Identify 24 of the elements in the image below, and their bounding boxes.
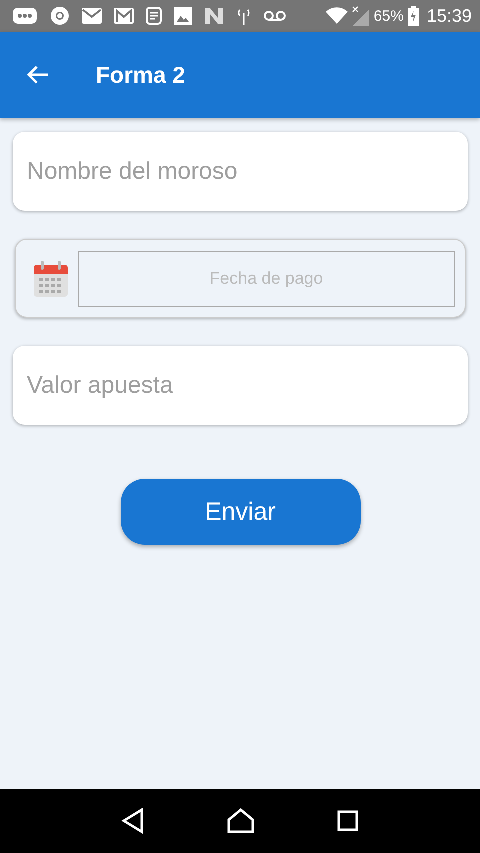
image-icon [174, 7, 192, 25]
mail-icon [82, 8, 102, 24]
chat-icon [12, 7, 38, 25]
text-field[interactable]: Nombre del moroso [13, 132, 468, 211]
date-field[interactable]: Fecha de pago [78, 250, 455, 306]
clock: 15:39 [426, 6, 472, 26]
calendar-icon [34, 260, 68, 296]
battery-percentage: 65% [374, 8, 404, 24]
home-icon[interactable] [227, 808, 255, 834]
screen-title: Forma 2 [96, 62, 186, 88]
text-field[interactable]: Valor apuesta [13, 346, 468, 425]
back-arrow-icon[interactable] [26, 65, 50, 85]
n-icon [204, 7, 224, 25]
back-icon[interactable] [121, 808, 145, 834]
signal-icon [352, 6, 370, 26]
list-icon [146, 7, 162, 25]
browser-icon [50, 6, 70, 26]
mail-icon [114, 8, 134, 24]
wifi-icon [326, 7, 348, 25]
voicemail-icon [264, 10, 286, 22]
antenna-icon [236, 7, 252, 25]
battery-charging-icon [408, 6, 419, 26]
recents-icon[interactable] [337, 810, 359, 832]
submit-button[interactable]: Enviar [120, 479, 360, 545]
